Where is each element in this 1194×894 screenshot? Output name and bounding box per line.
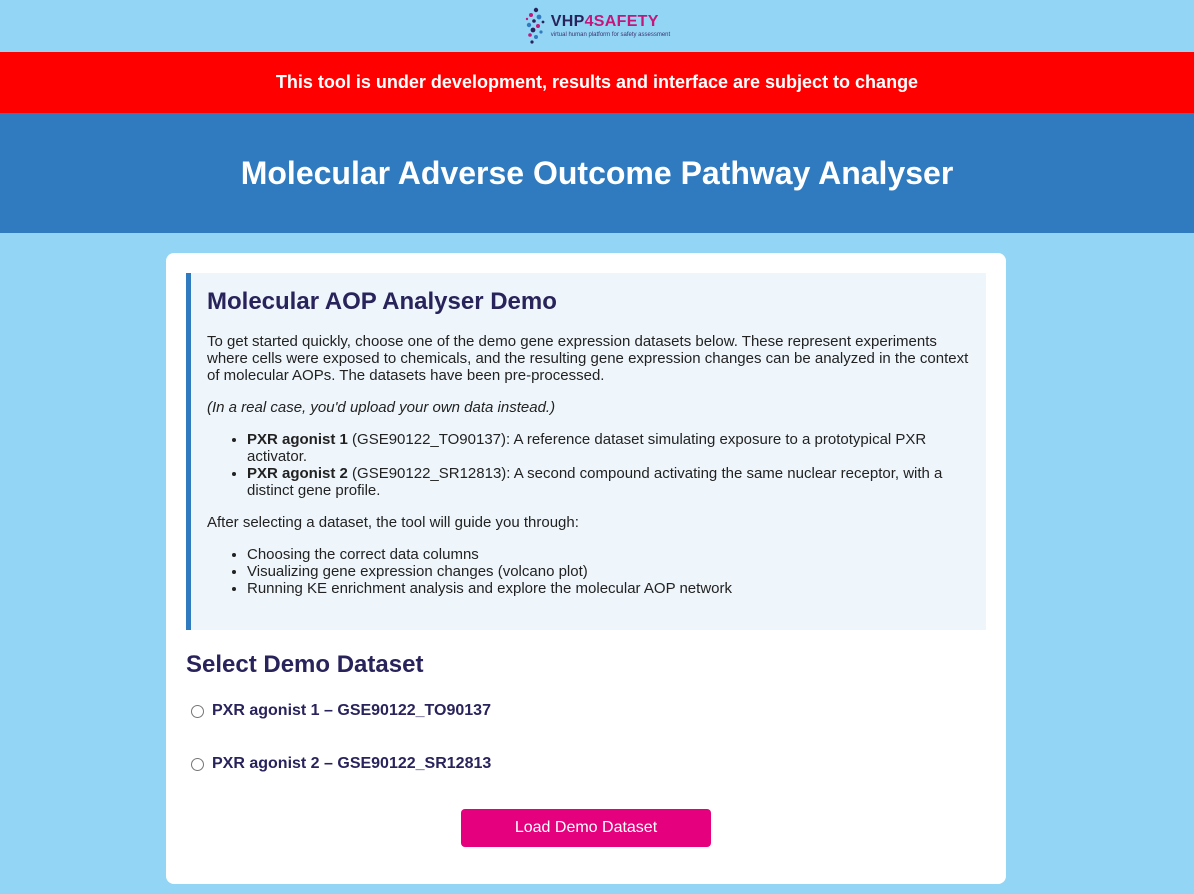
banner-text: This tool is under development, results … [275,72,919,92]
step-item: Choosing the correct data columns [247,546,970,563]
logo-network-icon [525,7,545,44]
dataset-description-item: PXR agonist 1 (GSE90122_TO90137): A refe… [247,431,970,465]
dataset-option-label[interactable]: PXR agonist 2 – GSE90122_SR12813 [212,755,491,773]
intro-title: Molecular AOP Analyser Demo [207,288,557,315]
logo-name: VHP4SAFETY [550,13,659,30]
development-warning-banner: This tool is under development, results … [0,52,1194,113]
step-item: Visualizing gene expression changes (vol… [247,563,970,580]
dataset-radio-2[interactable] [191,757,204,771]
intro-panel: Molecular AOP Analyser Demo To get start… [186,273,986,630]
dataset-option-1[interactable]: PXR agonist 1 – GSE90122_TO90137 [186,694,986,728]
dataset-description-item: PXR agonist 2 (GSE90122_SR12813): A seco… [247,465,970,499]
load-demo-dataset-button[interactable]: Load Demo Dataset [461,809,711,847]
dataset-option-2[interactable]: PXR agonist 2 – GSE90122_SR12813 [186,747,986,781]
top-bar: VHP4SAFETY virtual human platform for sa… [0,0,1194,52]
select-title: Select Demo Dataset [186,651,424,678]
logo-tagline: virtual human platform for safety assess… [550,32,671,38]
intro-paragraph: To get started quickly, choose one of th… [207,333,969,384]
step-item: Running KE enrichment analysis and explo… [247,580,970,597]
demo-card: Molecular AOP Analyser Demo To get start… [166,253,1006,884]
dataset-radio-1[interactable] [191,704,204,718]
dataset-selector: Select Demo Dataset PXR agonist 1 – GSE9… [186,650,986,847]
vhp4safety-logo[interactable]: VHP4SAFETY virtual human platform for sa… [524,6,670,46]
page-title: Molecular Adverse Outcome Pathway Analys… [240,154,954,191]
dataset-description-list: PXR agonist 1 (GSE90122_TO90137): A refe… [207,431,970,499]
dataset-option-label[interactable]: PXR agonist 1 – GSE90122_TO90137 [212,702,491,720]
hero-header: Molecular Adverse Outcome Pathway Analys… [0,113,1194,233]
steps-list: Choosing the correct data columns Visual… [207,546,970,597]
intro-note: (In a real case, you'd upload your own d… [207,399,556,416]
steps-intro: After selecting a dataset, the tool will… [207,514,579,531]
